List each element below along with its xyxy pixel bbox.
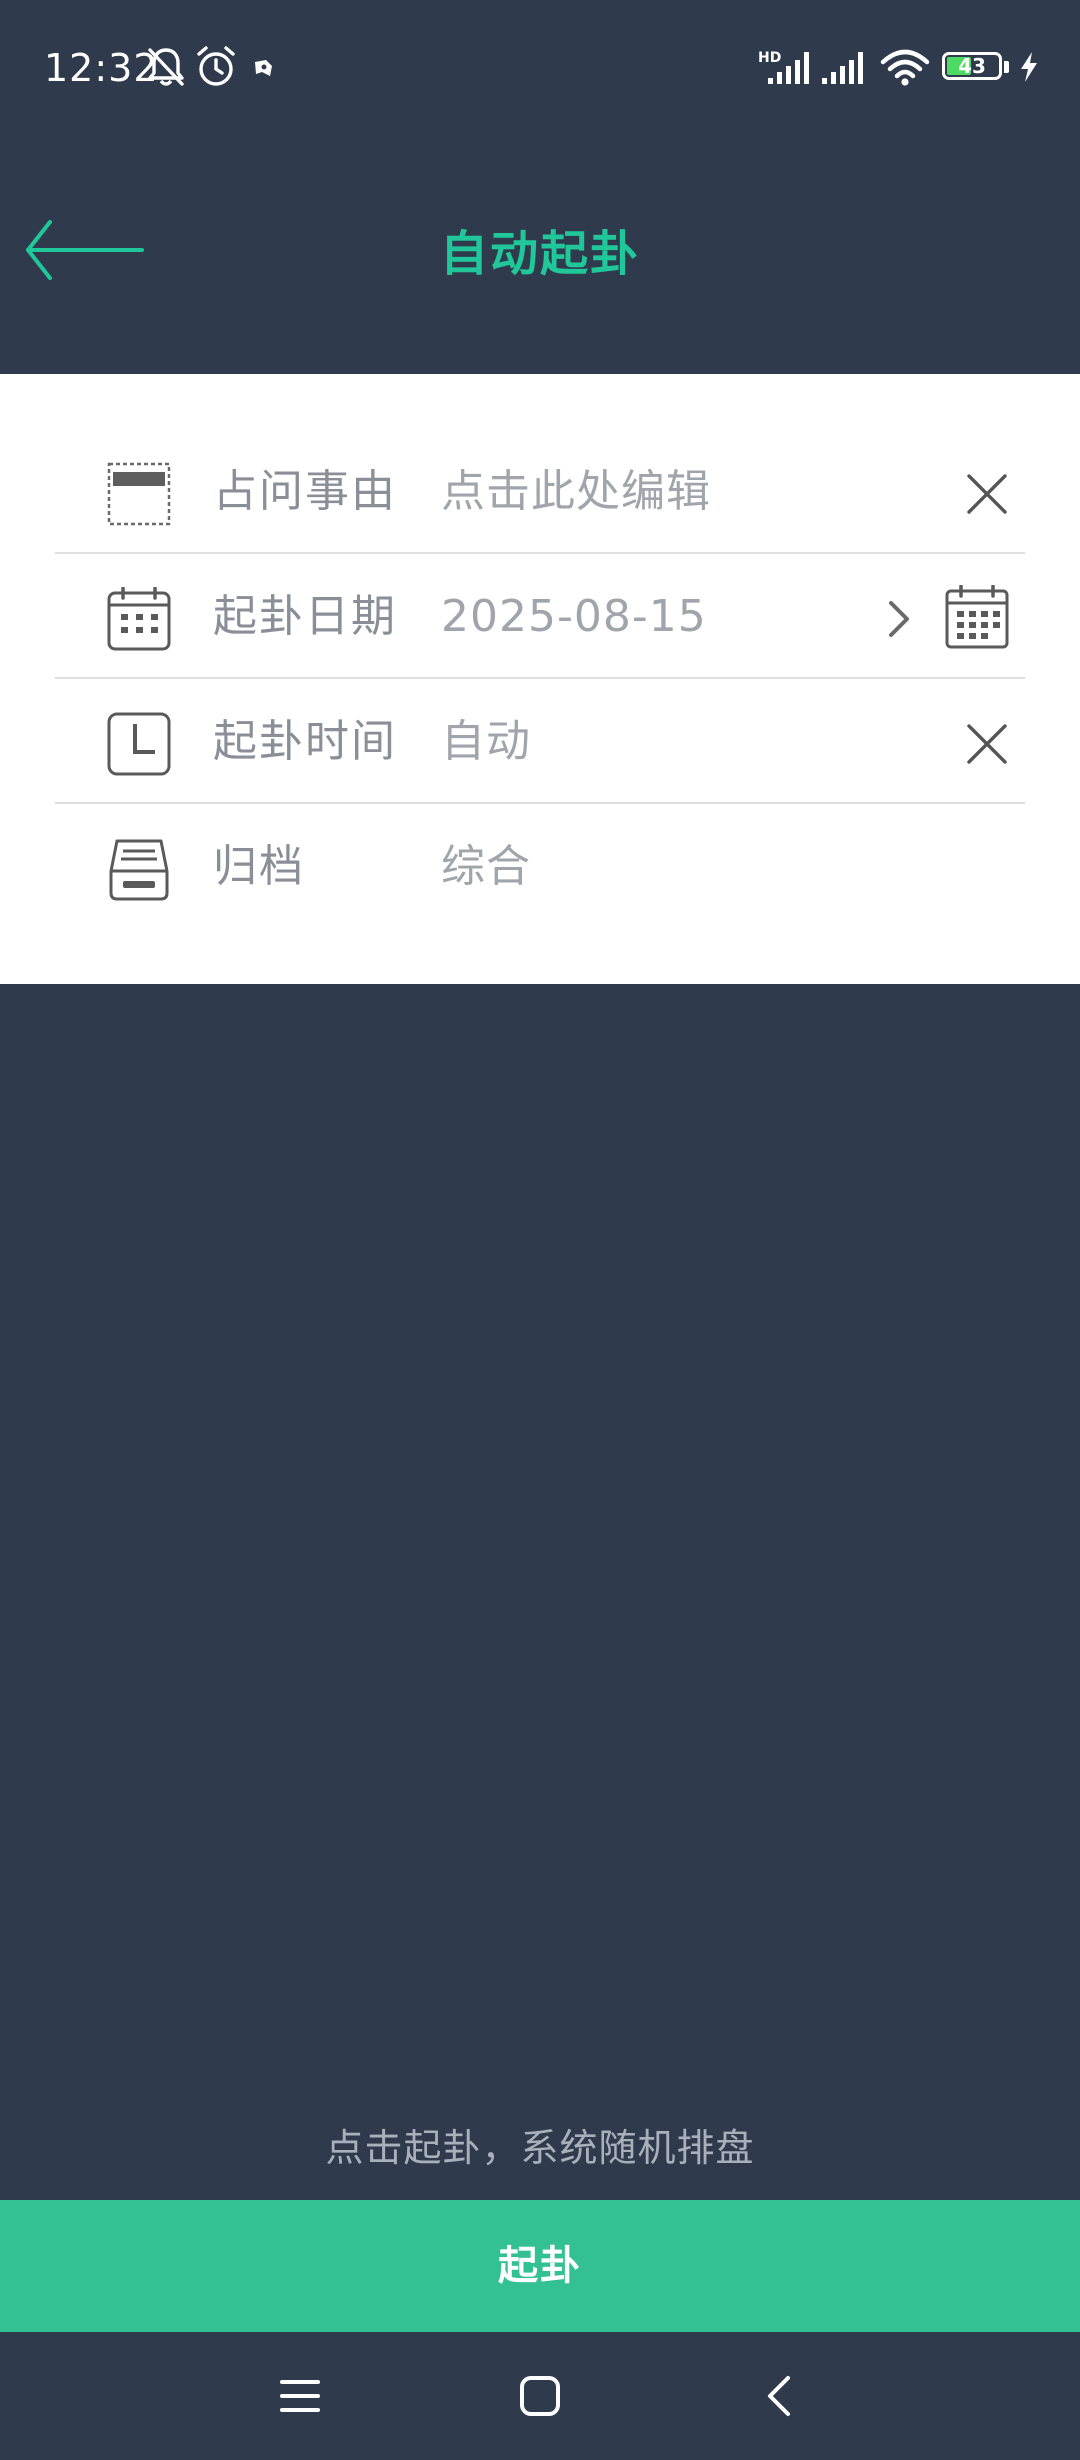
nav-menu-button[interactable] <box>270 2366 330 2426</box>
hint-text: 点击起卦，系统随机排盘 <box>325 2126 755 2170</box>
reason-label: 占问事由 <box>213 466 397 517</box>
date-label: 起卦日期 <box>213 591 397 642</box>
back-button[interactable] <box>20 200 150 300</box>
back-icon <box>768 2376 790 2416</box>
date-picker-button[interactable] <box>945 585 1009 649</box>
form-row-time: 起卦时间 自动 <box>55 680 1025 804</box>
bell-off-icon <box>148 48 184 86</box>
wifi-icon <box>880 49 930 86</box>
page-title: 自动起卦 <box>439 226 640 282</box>
battery-level: 43 <box>958 54 986 78</box>
reason-input[interactable]: 点击此处编辑 <box>441 430 711 554</box>
home-icon <box>520 2376 560 2416</box>
menu-icon <box>280 2380 320 2412</box>
battery-icon: 43 <box>942 52 1012 84</box>
form-row-date: 起卦日期 2025-08-15 <box>55 555 1025 679</box>
svg-text:HD: HD <box>758 50 781 66</box>
close-icon <box>967 474 1007 514</box>
time-label: 起卦时间 <box>213 716 397 767</box>
archive-label: 归档 <box>213 841 305 892</box>
arrow-left-icon <box>26 220 144 280</box>
archive-icon <box>109 839 169 901</box>
archive-value[interactable]: 综合 <box>441 805 531 929</box>
note-icon <box>107 462 171 526</box>
signal-icon <box>822 52 863 84</box>
calendar-icon <box>945 585 1009 649</box>
hd-signal-icon: HD <box>758 50 809 84</box>
status-bar: 12:32 HD 43 <box>0 0 1080 134</box>
clear-time-button[interactable] <box>959 716 1015 772</box>
form-row-reason: 占问事由 点击此处编辑 <box>55 430 1025 554</box>
nav-home-button[interactable] <box>510 2366 570 2426</box>
date-next-button[interactable] <box>871 591 927 647</box>
date-value[interactable]: 2025-08-15 <box>441 555 707 679</box>
clock-icon <box>107 712 171 776</box>
clear-reason-button[interactable] <box>959 466 1015 522</box>
app-notification-icon <box>255 60 272 76</box>
navigation-bar <box>0 2332 1080 2460</box>
start-divination-button[interactable]: 起卦 <box>0 2200 1080 2332</box>
header: 自动起卦 <box>0 134 1080 374</box>
calendar-icon <box>107 587 171 651</box>
charging-icon <box>1021 52 1037 82</box>
status-time: 12:32 <box>44 46 159 90</box>
form-row-archive: 归档 综合 <box>55 805 1025 929</box>
chevron-right-icon <box>889 601 909 637</box>
time-value[interactable]: 自动 <box>441 680 531 804</box>
alarm-icon <box>197 46 235 86</box>
close-icon <box>967 724 1007 764</box>
nav-back-button[interactable] <box>750 2366 810 2426</box>
